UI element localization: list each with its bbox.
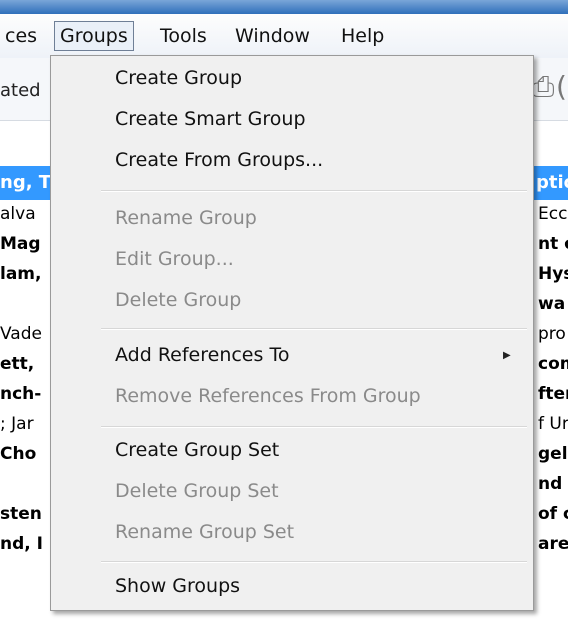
menu-item-rename-group[interactable]: Rename Group [115,207,257,229]
menu-item-create-from-groups[interactable]: Create From Groups... [115,149,323,171]
menu-item-create-group-set[interactable]: Create Group Set [115,439,279,461]
cell-title: com [538,354,568,374]
cell-author: ; Jar [0,414,34,434]
document-icon[interactable]: ⎙ [532,70,554,104]
cell-author: ett, [0,354,35,374]
column-header-author[interactable]: ng, T [0,172,51,193]
menu-item-show-groups[interactable]: Show Groups [115,575,240,597]
cell-title: pro [538,324,566,344]
menu-item-edit-group[interactable]: Edit Group... [115,248,234,270]
cell-author: Mag [0,234,41,254]
toolbar-partial-label[interactable]: ated [0,80,41,101]
menu-window[interactable]: Window [230,22,315,50]
menu-item-create-group[interactable]: Create Group [115,67,242,89]
menu-item-add-references-to[interactable]: Add References To [115,344,289,366]
menu-tools[interactable]: Tools [155,22,212,50]
cell-author: Vade [0,324,42,344]
cell-author: lam, [0,264,42,284]
menu-item-delete-group[interactable]: Delete Group [115,289,241,311]
cell-author: sten [0,504,42,524]
menu-item-remove-references[interactable]: Remove References From Group [115,385,421,407]
menu-references[interactable]: ces [0,22,42,50]
cell-title: Ecc [538,204,568,224]
triangle-right-icon: ▶ [503,350,511,361]
cell-title: wa [538,294,566,314]
menu-item-create-smart-group[interactable]: Create Smart Group [115,108,306,130]
cell-author: nch- [0,384,42,404]
cell-title: of c [538,504,568,524]
cell-title: gel [538,444,568,464]
groups-dropdown-menu: Create Group Create Smart Group Create F… [50,55,534,611]
menu-separator [101,190,527,192]
menu-groups[interactable]: Groups [54,21,134,51]
column-header-title[interactable]: ptic [536,172,568,193]
cell-title: nt o [538,234,568,254]
sync-icon[interactable]: ( [556,70,567,103]
menu-separator [101,561,527,563]
menu-help[interactable]: Help [336,22,389,50]
menu-item-delete-group-set[interactable]: Delete Group Set [115,480,279,502]
menu-item-rename-group-set[interactable]: Rename Group Set [115,521,294,543]
cell-title: f Ur [538,414,568,434]
menu-separator [101,426,527,428]
cell-author: Cho [0,444,37,464]
cell-author: alva [0,204,36,224]
cell-title: nd [538,474,563,494]
cell-title: are [538,534,568,554]
cell-title: fter [538,384,568,404]
menubar: ces Groups Tools Window Help [0,14,568,59]
cell-title: Hys [538,264,568,284]
window-title-strip [0,0,568,14]
menu-icon-gutter [51,56,101,610]
menu-separator [101,328,527,330]
cell-author: nd, I [0,534,43,554]
